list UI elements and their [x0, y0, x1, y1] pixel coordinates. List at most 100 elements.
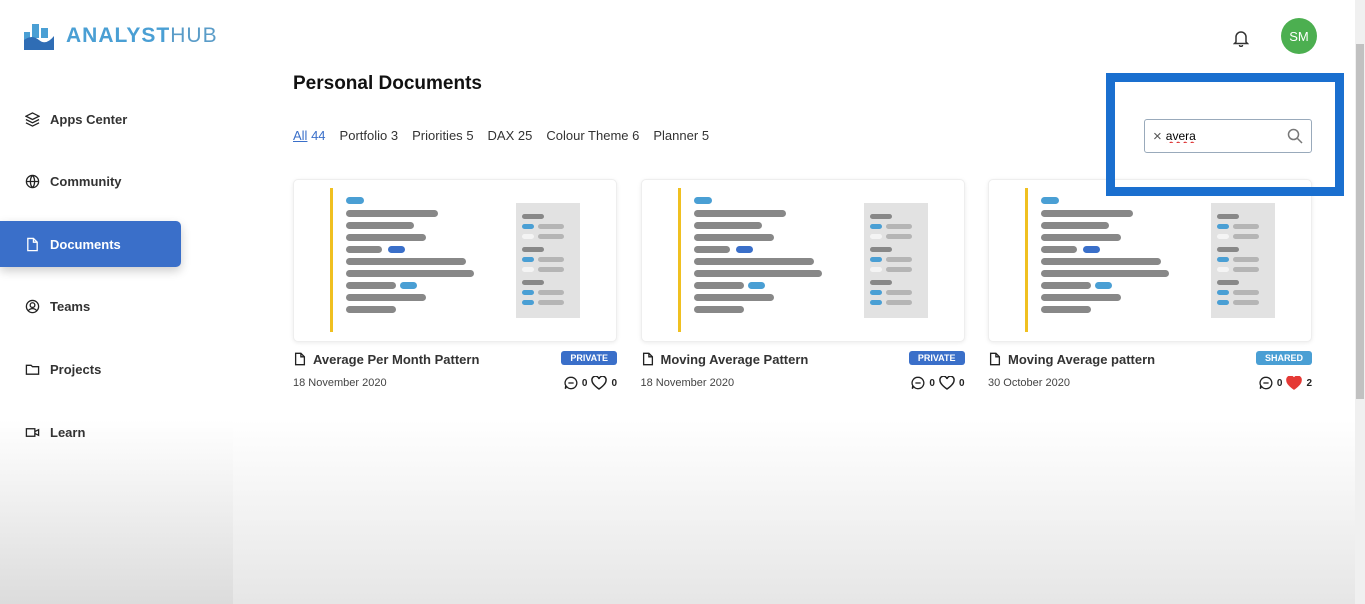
tab-label: All — [293, 128, 308, 143]
document-card[interactable]: Moving Average Pattern PRIVATE 18 Novemb… — [640, 179, 965, 390]
thumbnail-line — [693, 294, 774, 301]
thumbnail-line — [346, 294, 426, 301]
thumbnail-line — [1041, 197, 1059, 204]
thumbnail-accent — [1025, 188, 1028, 332]
heart-icon[interactable] — [591, 376, 608, 390]
document-icon — [27, 237, 38, 251]
thumbnail-line — [346, 197, 364, 204]
tab-label: Planner — [653, 128, 699, 143]
thumbnail-panel — [863, 203, 928, 318]
thumbnail-accent — [677, 188, 681, 332]
tab-all[interactable]: All 44 — [293, 128, 326, 143]
search-input[interactable] — [1165, 129, 1276, 143]
document-title[interactable]: Average Per Month Pattern — [313, 352, 479, 367]
document-icon — [294, 352, 306, 366]
tab-label: DAX — [487, 128, 515, 143]
thumbnail-line — [346, 246, 382, 253]
clear-search-icon[interactable]: × — [1153, 128, 1162, 145]
notification-bell-icon[interactable] — [1232, 29, 1250, 52]
visibility-badge: PRIVATE — [561, 351, 617, 365]
thumbnail-panel — [1211, 203, 1275, 318]
tab-portfolio[interactable]: Portfolio 3 — [340, 128, 399, 143]
sidebar-item-teams[interactable]: Teams — [0, 284, 181, 330]
document-date: 30 October 2020 — [988, 377, 1070, 389]
tab-count: 5 — [466, 128, 474, 143]
scrollbar-thumb[interactable] — [1356, 44, 1364, 399]
thumbnail-line — [1041, 222, 1109, 229]
comment-count: 0 — [581, 377, 588, 389]
page-title: Personal Documents — [293, 73, 482, 94]
sidebar-item-label: Learn — [50, 424, 86, 440]
sidebar-item-learn[interactable]: Learn — [0, 409, 181, 455]
thumbnail-line — [747, 282, 765, 289]
logo[interactable]: ANALYSTHUB — [24, 22, 218, 50]
like-count: 0 — [611, 377, 617, 389]
sidebar-item-documents[interactable]: Documents — [0, 221, 181, 268]
video-icon — [25, 427, 40, 437]
thumbnail-line — [693, 197, 712, 204]
thumbnail-line — [693, 306, 744, 313]
tab-priorities[interactable]: Priorities 5 — [412, 128, 473, 143]
thumbnail-line — [346, 210, 438, 217]
sidebar-item-projects[interactable]: Projects — [0, 346, 181, 392]
document-thumbnail[interactable] — [988, 179, 1312, 342]
scrollbar[interactable] — [1355, 0, 1365, 604]
tab-colour-theme[interactable]: Colour Theme 6 — [546, 128, 639, 143]
globe-icon — [25, 174, 40, 189]
search-icon[interactable] — [1287, 128, 1303, 144]
heart-icon[interactable] — [1286, 376, 1303, 390]
document-stats: 0 0 — [911, 376, 965, 390]
sidebar-item-label: Documents — [50, 236, 121, 252]
document-thumbnail[interactable] — [640, 179, 965, 342]
visibility-badge: PRIVATE — [908, 351, 965, 365]
comment-icon[interactable] — [911, 376, 925, 390]
tab-count: 3 — [390, 128, 399, 143]
thumbnail-line — [693, 222, 762, 229]
comment-icon[interactable] — [564, 376, 578, 390]
tab-count: 25 — [517, 128, 533, 143]
sidebar-item-label: Community — [50, 174, 122, 190]
thumbnail-line — [1041, 234, 1121, 241]
sidebar-item-community[interactable]: Community — [0, 159, 181, 205]
document-card[interactable]: Moving Average pattern SHARED 30 October… — [988, 179, 1312, 390]
tab-label: Priorities — [412, 128, 463, 143]
search-box: × — [1144, 119, 1312, 153]
comment-count: 0 — [929, 377, 935, 389]
document-title[interactable]: Moving Average Pattern — [661, 352, 809, 367]
user-circle-icon — [25, 300, 40, 314]
analysthub-logo-icon — [24, 24, 54, 50]
comment-count: 0 — [1276, 377, 1283, 389]
thumbnail-accent — [330, 188, 333, 332]
like-count: 0 — [958, 377, 965, 389]
thumbnail-line — [1083, 246, 1100, 253]
thumbnail-line — [346, 222, 414, 229]
thumbnail-line — [346, 282, 396, 289]
sidebar: ANALYSTHUB Apps Center Community Documents… — [0, 0, 241, 604]
sidebar-item-apps-center[interactable]: Apps Center — [0, 96, 181, 142]
thumbnail-line — [693, 246, 730, 253]
document-thumbnail[interactable] — [293, 179, 617, 342]
tab-planner[interactable]: Planner 5 — [653, 128, 709, 143]
category-tabs: All 44 Portfolio 3 Priorities 5 DAX 25 Colou… — [293, 128, 709, 143]
visibility-badge: SHARED — [1255, 351, 1312, 365]
thumbnail-line — [693, 270, 822, 277]
brand-name: ANALYSTHUB — [66, 24, 218, 47]
thumbnail-line — [693, 234, 774, 241]
layers-icon — [25, 111, 40, 127]
thumbnail-line — [1041, 270, 1169, 277]
thumbnail-line — [693, 282, 744, 289]
tab-count: 6 — [632, 128, 640, 143]
tab-label: Colour Theme — [546, 128, 629, 143]
thumbnail-line — [1041, 306, 1091, 313]
document-card[interactable]: Average Per Month Pattern PRIVATE 18 Nov… — [293, 179, 617, 390]
document-icon — [989, 352, 1001, 366]
sidebar-item-label: Projects — [50, 361, 102, 377]
thumbnail-line — [693, 210, 786, 217]
avatar[interactable]: SM — [1281, 18, 1317, 54]
document-title[interactable]: Moving Average pattern — [1008, 352, 1155, 367]
heart-icon[interactable] — [939, 376, 955, 390]
comment-icon[interactable] — [1259, 376, 1273, 390]
tab-dax[interactable]: DAX 25 — [488, 128, 533, 143]
sidebar-item-label: Teams — [50, 299, 91, 315]
document-stats: 0 0 — [564, 376, 617, 390]
